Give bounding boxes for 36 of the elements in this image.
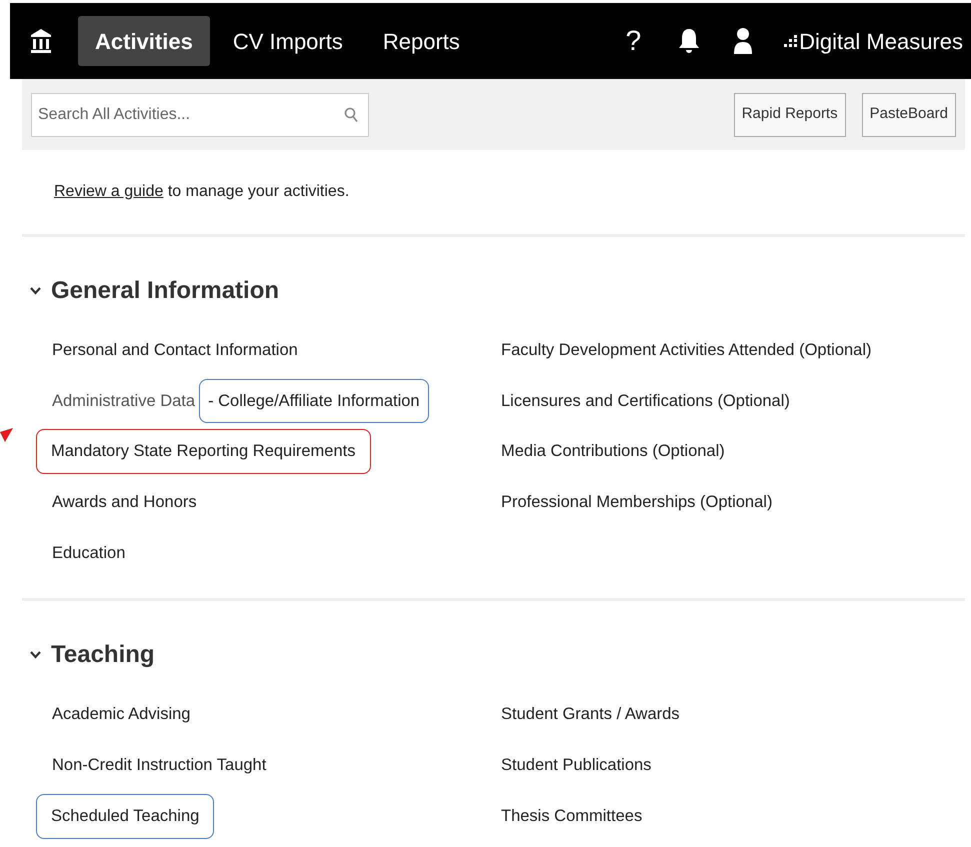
- annotation-arrow: [0, 428, 13, 442]
- activity-link[interactable]: Non-Credit Instruction Taught: [52, 753, 266, 778]
- activity-link[interactable]: - College/Affiliate Information: [199, 378, 429, 424]
- activity-link[interactable]: Media Contributions (Optional): [501, 439, 725, 464]
- activity-link[interactable]: Student Grants / Awards: [501, 702, 680, 728]
- section-header[interactable]: Teaching: [30, 637, 155, 674]
- bell-icon[interactable]: [679, 28, 700, 54]
- activity-link[interactable]: Student Publications: [501, 753, 652, 778]
- toolbar-button[interactable]: Rapid Reports: [734, 92, 846, 136]
- activity-link[interactable]: Mandatory State Reporting Requirements: [36, 429, 370, 474]
- help-button[interactable]: ?: [626, 20, 642, 62]
- activity-link[interactable]: Administrative Data: [52, 388, 196, 414]
- bank-building-icon[interactable]: [30, 28, 52, 54]
- activity-link[interactable]: Scheduled Teaching: [36, 794, 214, 839]
- toolbar-button[interactable]: PasteBoard: [862, 92, 956, 136]
- intro-text: Review a guide to manage your activities.: [54, 183, 350, 200]
- search-field[interactable]: Search All Activities...: [31, 92, 369, 136]
- section-header[interactable]: General Information: [30, 273, 280, 309]
- chevron-down-icon: [30, 651, 41, 660]
- activity-link[interactable]: Academic Advising: [52, 702, 190, 728]
- brand-name: Digital Measures: [799, 28, 963, 56]
- search-icon: [344, 106, 358, 122]
- nav-tab[interactable]: Activities: [78, 16, 210, 66]
- activity-link[interactable]: Licensures and Certifications (Optional): [501, 388, 790, 414]
- activity-link[interactable]: Thesis Committees: [501, 804, 642, 829]
- chevron-down-icon: [30, 287, 41, 295]
- activity-link[interactable]: Professional Memberships (Optional): [501, 490, 772, 515]
- user-icon[interactable]: [734, 27, 752, 55]
- nav-tab[interactable]: Reports: [366, 16, 477, 66]
- activity-link[interactable]: Education: [52, 540, 126, 566]
- guide-link[interactable]: Review a guide: [54, 183, 164, 200]
- nav-tab[interactable]: CV Imports: [216, 16, 360, 66]
- dots-logo-icon: [784, 35, 798, 47]
- activity-link[interactable]: Awards and Honors: [52, 490, 197, 515]
- activity-link[interactable]: Personal and Contact Information: [52, 338, 298, 363]
- activity-link[interactable]: Faculty Development Activities Attended (Optional): [501, 338, 872, 363]
